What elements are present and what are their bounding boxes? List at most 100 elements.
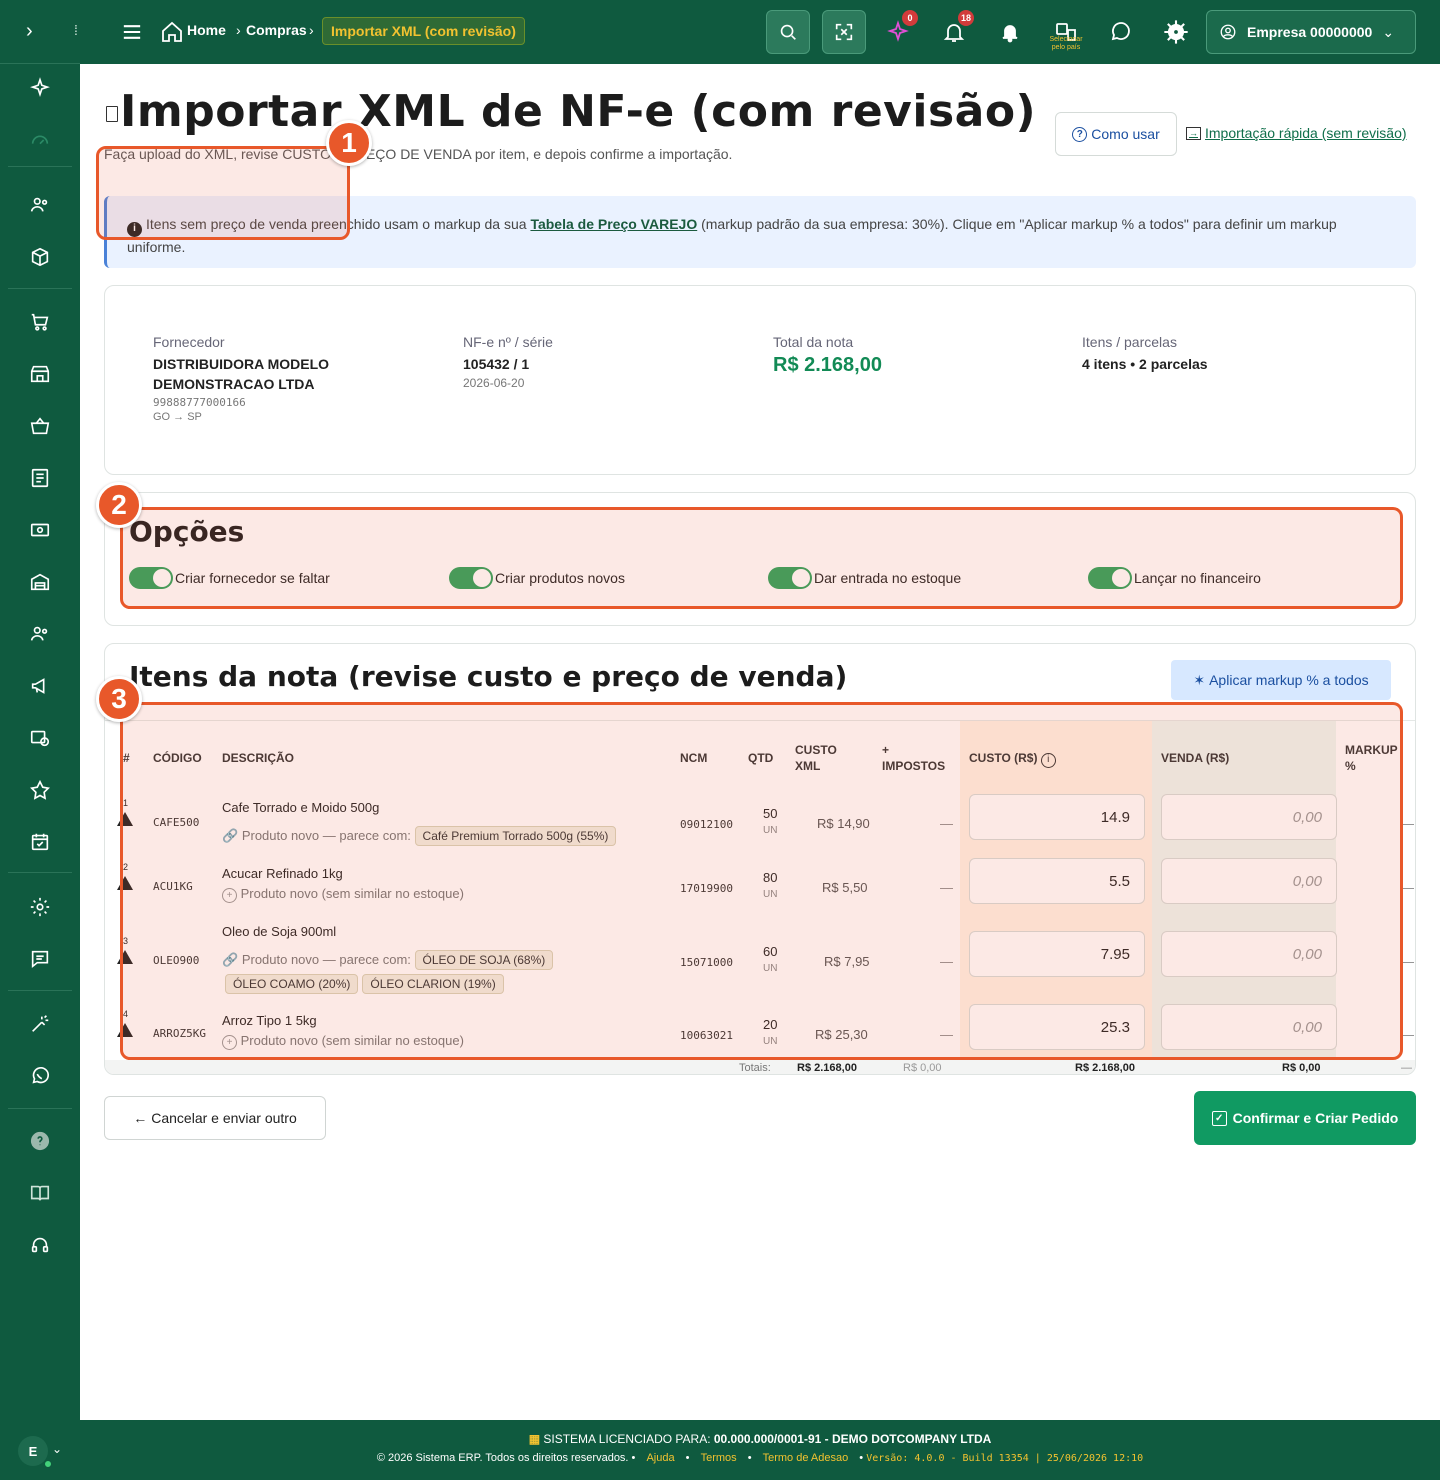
row-cost-xml: R$ 7,95 xyxy=(824,954,870,969)
sidebar-item-purchases[interactable] xyxy=(20,302,60,342)
sidebar-item-products[interactable] xyxy=(20,237,60,277)
qty-value: 50 xyxy=(763,806,778,821)
sidebar-item-basket[interactable] xyxy=(20,406,60,446)
sidebar-item-clients[interactable] xyxy=(20,185,60,225)
warning-icon xyxy=(117,812,133,826)
row-num: 1 xyxy=(123,798,129,808)
settings-button[interactable] xyxy=(1162,18,1190,46)
sidebar-item-calendar[interactable] xyxy=(20,822,60,862)
sidebar-item-finance[interactable] xyxy=(20,718,60,758)
sidebar-item-cash[interactable] xyxy=(20,510,60,550)
ai-badge: 0 xyxy=(902,10,918,26)
sidebar-item-settings[interactable] xyxy=(20,887,60,927)
similar-product-chip[interactable]: ÓLEO COAMO (20%) xyxy=(225,974,359,994)
plus-circle-icon: + xyxy=(222,888,237,903)
cost-input[interactable]: 14.9 xyxy=(969,794,1145,840)
option-financial[interactable]: Lançar no financeiro xyxy=(1088,567,1261,589)
option-stock-entry[interactable]: Dar entrada no estoque xyxy=(768,567,961,589)
sale-input[interactable]: 0,00 xyxy=(1161,931,1337,977)
col-cost-xml: CUSTO XML xyxy=(795,743,837,773)
sale-input[interactable]: 0,00 xyxy=(1161,1004,1337,1050)
option-label: Lançar no financeiro xyxy=(1134,570,1261,586)
sidebar-item-whatsapp[interactable] xyxy=(20,1056,60,1096)
similar-product-chip[interactable]: ÓLEO DE SOJA (68%) xyxy=(414,950,554,970)
sidebar-item-store[interactable] xyxy=(20,354,60,394)
row-qty: 50 UN xyxy=(763,806,777,836)
sidebar-item-docs[interactable] xyxy=(20,1173,60,1213)
stock-entry-toggle[interactable] xyxy=(768,567,812,589)
sidebar-item-magic[interactable] xyxy=(20,1004,60,1044)
drag-handle-icon[interactable]: ⁞ xyxy=(74,22,78,38)
create-supplier-toggle[interactable] xyxy=(129,567,173,589)
sidebar-item-favorites[interactable] xyxy=(20,770,60,810)
row-qty: 60 UN xyxy=(763,944,777,974)
whatsapp-button[interactable] xyxy=(1108,20,1132,44)
terms-link[interactable]: Termos xyxy=(701,1452,737,1464)
cost-input[interactable]: 7.95 xyxy=(969,931,1145,977)
company-selector[interactable]: Empresa 00000000 ⌄ xyxy=(1206,10,1416,54)
fullscreen-button[interactable] xyxy=(822,10,866,54)
quick-import-link[interactable]: → Importação rápida (sem revisão) xyxy=(1186,125,1407,141)
warehouse-icon xyxy=(30,573,50,591)
supplier-label: Fornecedor xyxy=(153,334,225,350)
breadcrumb-compras[interactable]: Compras xyxy=(246,22,307,38)
sidebar-item-invoices[interactable] xyxy=(20,458,60,498)
similar-product-chip[interactable]: ÓLEO CLARION (19%) xyxy=(362,974,504,994)
warning-icon xyxy=(117,950,133,964)
financial-toggle[interactable] xyxy=(1088,567,1132,589)
option-label: Criar fornecedor se faltar xyxy=(175,570,330,586)
ai-assistant-button[interactable]: 0 xyxy=(886,10,918,44)
expand-sidebar-icon[interactable]: › xyxy=(26,20,33,43)
menu-icon[interactable] xyxy=(118,18,146,46)
magic-wand-icon xyxy=(32,1015,49,1032)
cancel-button[interactable]: ← Cancelar e enviar outro xyxy=(104,1096,326,1140)
similar-product-chip[interactable]: Café Premium Torrado 500g (55%) xyxy=(414,826,617,846)
sale-input[interactable]: 0,00 xyxy=(1161,858,1337,904)
price-table-link[interactable]: Tabela de Preço VAREJO xyxy=(530,216,697,232)
company-name: Empresa 00000000 xyxy=(1247,24,1373,40)
home-icon[interactable] xyxy=(160,20,184,44)
sidebar-item-support[interactable] xyxy=(20,1225,60,1265)
sidebar-item-ai[interactable] xyxy=(20,68,60,108)
alerts-button[interactable] xyxy=(998,20,1022,44)
notifications-button[interactable]: 18 xyxy=(942,10,974,44)
breadcrumb-home[interactable]: Home xyxy=(187,22,226,38)
sidebar-item-dashboard[interactable] xyxy=(20,120,60,160)
options-title: Opções xyxy=(129,515,245,548)
apply-markup-label: Aplicar markup % a todos xyxy=(1209,672,1369,688)
arrow-left-icon: ← xyxy=(133,1110,148,1126)
create-products-toggle[interactable] xyxy=(449,567,493,589)
sidebar-item-marketing[interactable] xyxy=(20,666,60,706)
sidebar-item-warehouse[interactable] xyxy=(20,562,60,602)
message-icon xyxy=(31,950,49,969)
cost-input[interactable]: 25.3 xyxy=(969,1004,1145,1050)
qty-value: 80 xyxy=(763,870,778,885)
book-icon xyxy=(30,1185,50,1201)
sidebar-item-messages[interactable] xyxy=(20,939,60,979)
search-icon xyxy=(780,24,796,40)
total-value: R$ 2.168,00 xyxy=(773,354,882,376)
agreement-link[interactable]: Termo de Adesao xyxy=(763,1452,849,1464)
row-taxes: — xyxy=(940,954,953,969)
option-create-supplier[interactable]: Criar fornecedor se faltar xyxy=(129,567,330,589)
how-to-button[interactable]: ? Como usar xyxy=(1055,112,1177,156)
option-create-products[interactable]: Criar produtos novos xyxy=(449,567,625,589)
qty-unit: UN xyxy=(763,825,778,836)
page-subtitle: Faça upload do XML, revise CUSTO e PREÇO… xyxy=(104,146,733,162)
sidebar-item-team[interactable] xyxy=(20,614,60,654)
search-button[interactable] xyxy=(766,10,810,54)
license-label: SISTEMA LICENCIADO PARA: xyxy=(543,1432,711,1446)
sale-input[interactable]: 0,00 xyxy=(1161,794,1337,840)
apply-markup-button[interactable]: ✶ Aplicar markup % a todos xyxy=(1171,660,1391,700)
help-link[interactable]: Ajuda xyxy=(646,1452,674,1464)
row-markup: — xyxy=(1401,880,1414,895)
sidebar-item-help[interactable] xyxy=(20,1121,60,1161)
chevron-down-icon[interactable]: ⌄ xyxy=(52,1442,62,1456)
items-card: Itens da nota (revise custo e preço de v… xyxy=(104,643,1416,1075)
team-icon xyxy=(30,626,48,641)
col-code: CÓDIGO xyxy=(153,751,202,765)
headset-icon xyxy=(31,1237,49,1253)
info-icon[interactable]: i xyxy=(1040,752,1056,768)
confirm-button[interactable]: ✓ Confirmar e Criar Pedido xyxy=(1194,1091,1416,1145)
cost-input[interactable]: 5.5 xyxy=(969,858,1145,904)
